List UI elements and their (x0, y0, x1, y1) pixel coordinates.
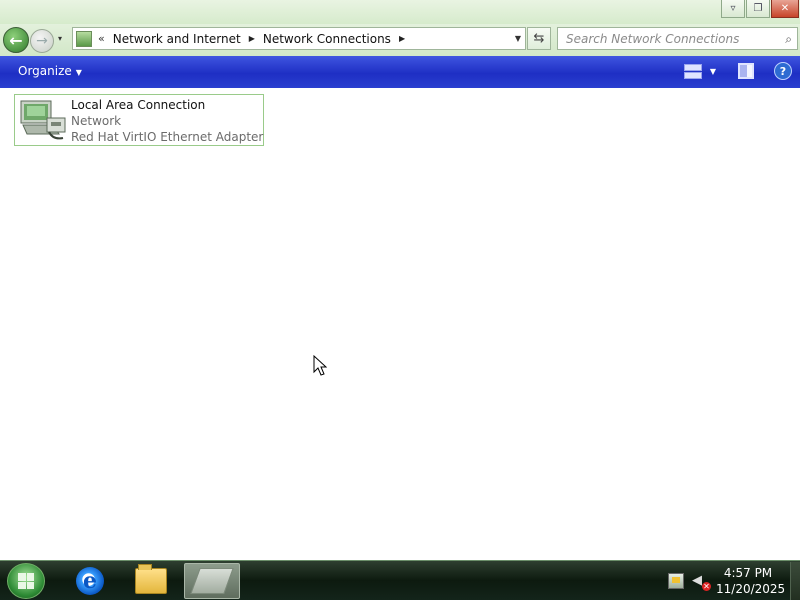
restore-button[interactable]: ❐ (746, 0, 770, 18)
caption-buttons: ▿ ❐ ✕ (721, 0, 800, 20)
back-button[interactable]: ← (3, 27, 29, 53)
breadcrumb-overflow-button[interactable]: « (98, 32, 105, 45)
breadcrumb-separator-icon[interactable]: ▶ (399, 34, 405, 43)
refresh-button[interactable]: ⇆ (527, 27, 551, 50)
clock-time: 4:57 PM (723, 566, 773, 580)
breadcrumb-network-connections[interactable]: Network Connections (263, 32, 391, 46)
forward-button[interactable]: → (30, 29, 54, 53)
network-connections-taskbar-button[interactable] (184, 563, 240, 599)
address-dropdown-icon[interactable]: ▼ (515, 34, 521, 43)
connections-list: Local Area Connection Network Red Hat Vi… (0, 88, 800, 560)
search-icon[interactable]: ⌕ (785, 32, 792, 47)
clock[interactable]: 4:57 PM 11/20/2025 (716, 565, 786, 597)
clock-date: 11/20/2025 (716, 582, 786, 596)
connection-adapter: Red Hat VirtIO Ethernet Adapter (71, 130, 264, 144)
views-dropdown-icon[interactable]: ▼ (710, 67, 716, 76)
window-menu-button[interactable]: ▿ (721, 0, 745, 18)
address-bar[interactable]: « Network and Internet ▶ Network Connect… (72, 27, 526, 50)
internet-explorer-button[interactable]: e (62, 563, 118, 599)
search-input[interactable] (564, 28, 774, 49)
windows-explorer-button[interactable] (123, 563, 179, 599)
system-tray: ◀ 4:57 PM 11/20/2025 (668, 561, 800, 601)
chevron-down-icon: ▼ (75, 68, 82, 77)
connection-status: Network (71, 114, 122, 128)
preview-pane-icon[interactable] (738, 63, 754, 79)
command-bar-right: ▼ ? (683, 62, 792, 80)
back-arrow-icon: ← (9, 30, 23, 50)
network-and-internet-icon (76, 30, 92, 47)
help-icon[interactable]: ? (774, 62, 792, 80)
folder-icon (135, 564, 167, 594)
network-tray-icon[interactable] (668, 573, 684, 589)
recent-pages-button[interactable]: ▾ (58, 34, 68, 44)
show-desktop-button[interactable] (790, 562, 800, 600)
search-box[interactable]: ⌕ (557, 27, 798, 50)
command-bar: Organize ▼ ▼ ? (0, 56, 800, 88)
connection-tile[interactable]: Local Area Connection Network Red Hat Vi… (14, 94, 264, 146)
taskbar: e ◀ 4:57 PM 11/20/2025 (0, 560, 800, 600)
windows-logo-icon (18, 573, 34, 589)
organize-label: Organize (18, 64, 72, 78)
title-bar: ▿ ❐ ✕ (0, 0, 800, 24)
change-view-icon[interactable] (683, 63, 702, 79)
start-button[interactable] (7, 563, 45, 599)
volume-muted-icon[interactable]: ◀ (692, 573, 711, 591)
internet-explorer-icon: e (76, 567, 104, 595)
breadcrumb-separator-icon[interactable]: ▶ (249, 34, 255, 43)
forward-arrow-icon: → (36, 33, 48, 49)
network-connections-icon (190, 568, 234, 594)
navigation-bar: ← → ▾ « Network and Internet ▶ Network C… (0, 24, 800, 56)
mouse-cursor-icon (313, 355, 327, 376)
connection-details: Local Area Connection Network Red Hat Vi… (71, 97, 263, 145)
organize-button[interactable]: Organize ▼ (18, 64, 82, 78)
network-adapter-icon (20, 100, 66, 140)
connection-name: Local Area Connection (71, 98, 206, 112)
refresh-icon: ⇆ (533, 31, 545, 46)
breadcrumb-network-and-internet[interactable]: Network and Internet (113, 32, 241, 46)
close-button[interactable]: ✕ (771, 0, 799, 18)
